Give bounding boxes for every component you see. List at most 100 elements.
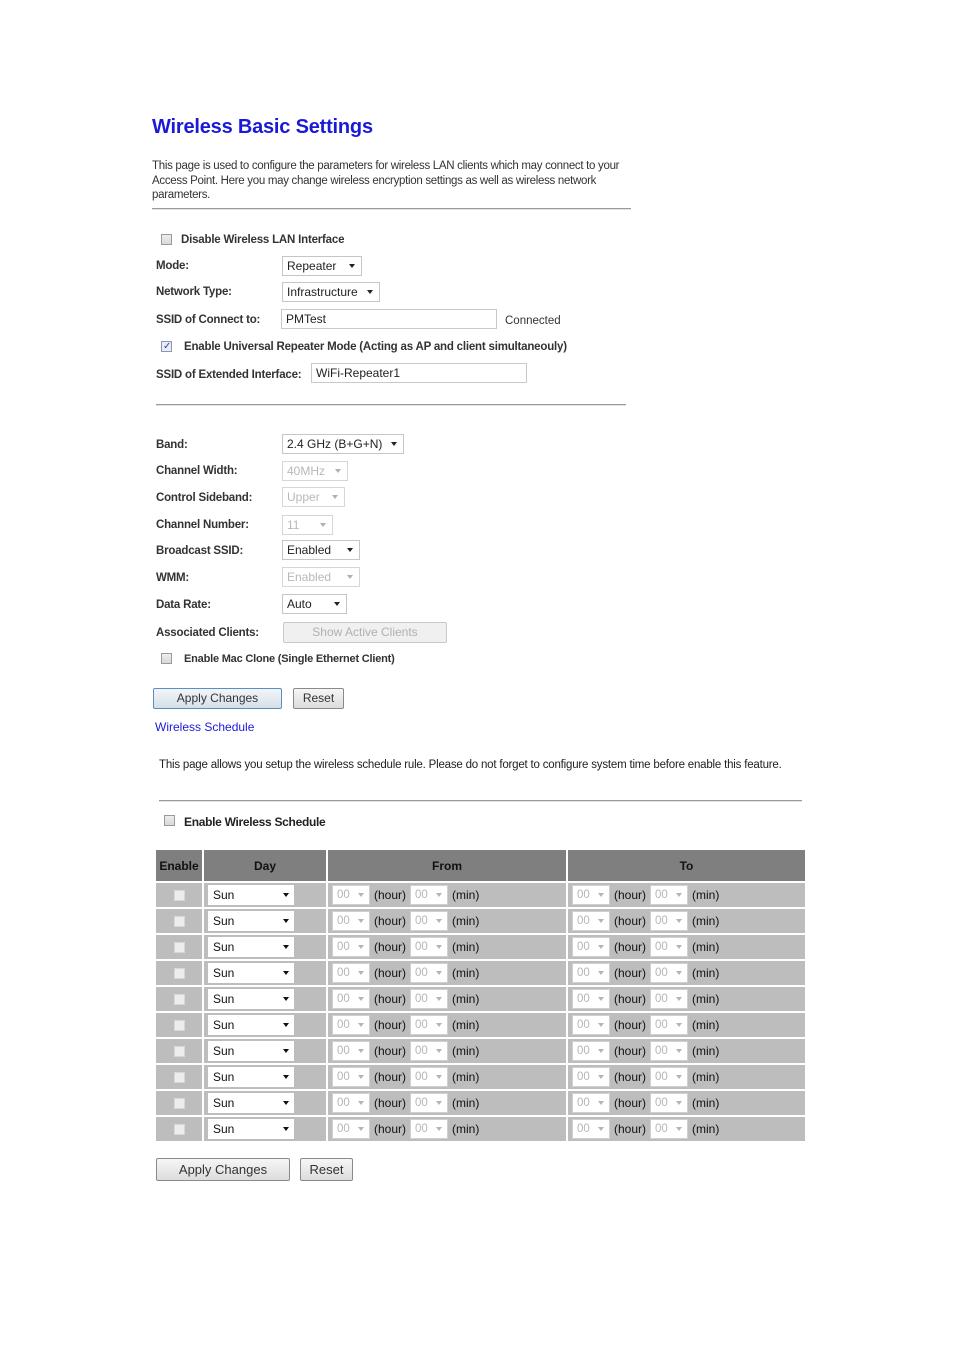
row-enable-checkbox[interactable] bbox=[173, 1045, 185, 1057]
chevron-down-icon bbox=[283, 997, 289, 1001]
disable-wlan-checkbox[interactable] bbox=[161, 234, 172, 245]
day-select[interactable]: Sun bbox=[208, 1093, 294, 1113]
to-hour-select[interactable]: 00 bbox=[572, 885, 610, 905]
schedule-row: Sun 00 (hour) 00 (min) 00 (hour) 00 (min) bbox=[156, 1115, 805, 1141]
to-hour-select[interactable]: 00 bbox=[572, 963, 610, 983]
from-hour-select[interactable]: 00 bbox=[332, 911, 370, 931]
universal-repeater-checkbox[interactable] bbox=[161, 341, 172, 352]
ssid-connect-input[interactable]: PMTest bbox=[281, 309, 497, 329]
chevron-down-icon bbox=[358, 1075, 364, 1079]
mode-value: Repeater bbox=[287, 259, 337, 273]
chevron-down-icon bbox=[598, 919, 604, 923]
to-min-select[interactable]: 00 bbox=[650, 911, 689, 931]
to-min-select-value: 00 bbox=[655, 993, 668, 1005]
from-min-select[interactable]: 00 bbox=[410, 963, 449, 983]
from-min-select[interactable]: 00 bbox=[410, 1067, 449, 1087]
chevron-down-icon bbox=[598, 1049, 604, 1053]
to-min-select[interactable]: 00 bbox=[650, 1067, 689, 1087]
chevron-down-icon bbox=[676, 893, 683, 897]
mac-clone-label: Enable Mac Clone (Single Ethernet Client… bbox=[184, 653, 395, 665]
row-enable-checkbox[interactable] bbox=[173, 941, 185, 953]
from-hour-select[interactable]: 00 bbox=[332, 885, 370, 905]
band-select[interactable]: 2.4 GHz (B+G+N) bbox=[282, 434, 404, 454]
mode-select[interactable]: Repeater bbox=[282, 256, 362, 276]
day-select[interactable]: Sun bbox=[208, 963, 294, 983]
chevron-down-icon bbox=[676, 1023, 683, 1027]
chevron-down-icon bbox=[358, 1023, 364, 1027]
to-min-select[interactable]: 00 bbox=[650, 963, 689, 983]
wmm-select[interactable]: Enabled bbox=[282, 567, 360, 587]
row-enable-checkbox[interactable] bbox=[173, 915, 185, 927]
from-hour-select[interactable]: 00 bbox=[332, 1041, 370, 1061]
row-enable-checkbox[interactable] bbox=[173, 1019, 185, 1031]
to-hour-select[interactable]: 00 bbox=[572, 1093, 610, 1113]
network-type-select[interactable]: Infrastructure bbox=[282, 282, 380, 302]
to-hour-select[interactable]: 00 bbox=[572, 1015, 610, 1035]
row-enable-checkbox[interactable] bbox=[173, 1097, 185, 1109]
from-hour-select-value: 00 bbox=[337, 889, 350, 901]
schedule-reset-button[interactable]: Reset bbox=[300, 1158, 353, 1181]
chevron-down-icon bbox=[283, 1023, 289, 1027]
from-hour-select[interactable]: 00 bbox=[332, 1015, 370, 1035]
row-enable-checkbox[interactable] bbox=[173, 1123, 185, 1135]
to-min-select[interactable]: 00 bbox=[650, 989, 689, 1009]
divider bbox=[159, 800, 802, 802]
from-hour-select-value: 00 bbox=[337, 993, 350, 1005]
from-hour-select[interactable]: 00 bbox=[332, 1119, 370, 1139]
day-select[interactable]: Sun bbox=[208, 1119, 294, 1139]
to-min-select[interactable]: 00 bbox=[650, 1041, 689, 1061]
broadcast-ssid-select[interactable]: Enabled bbox=[282, 540, 360, 560]
day-select[interactable]: Sun bbox=[208, 1067, 294, 1087]
to-min-select[interactable]: 00 bbox=[650, 937, 689, 957]
channel-width-select[interactable]: 40MHz bbox=[282, 461, 348, 481]
reset-button[interactable]: Reset bbox=[293, 688, 344, 709]
to-hour-select[interactable]: 00 bbox=[572, 911, 610, 931]
from-hour-select[interactable]: 00 bbox=[332, 1067, 370, 1087]
control-sideband-select[interactable]: Upper bbox=[282, 487, 345, 507]
day-select[interactable]: Sun bbox=[208, 1041, 294, 1061]
to-hour-select[interactable]: 00 bbox=[572, 1041, 610, 1061]
to-hour-select[interactable]: 00 bbox=[572, 1119, 610, 1139]
from-hour-select[interactable]: 00 bbox=[332, 937, 370, 957]
day-select[interactable]: Sun bbox=[208, 911, 294, 931]
data-rate-select[interactable]: Auto bbox=[282, 594, 347, 614]
page-description: This page is used to configure the param… bbox=[152, 160, 620, 201]
from-hour-select[interactable]: 00 bbox=[332, 989, 370, 1009]
from-min-select[interactable]: 00 bbox=[410, 911, 449, 931]
from-min-select[interactable]: 00 bbox=[410, 1093, 449, 1113]
from-hour-select-value: 00 bbox=[337, 915, 350, 927]
to-min-select[interactable]: 00 bbox=[650, 1093, 689, 1113]
to-min-select[interactable]: 00 bbox=[650, 1119, 689, 1139]
to-min-select-value: 00 bbox=[655, 967, 668, 979]
day-select[interactable]: Sun bbox=[208, 1015, 294, 1035]
channel-number-select[interactable]: 11 bbox=[282, 515, 333, 535]
show-active-clients-button[interactable]: Show Active Clients bbox=[283, 622, 447, 643]
to-hour-select[interactable]: 00 bbox=[572, 1067, 610, 1087]
from-min-select[interactable]: 00 bbox=[410, 1041, 449, 1061]
from-hour-select[interactable]: 00 bbox=[332, 1093, 370, 1113]
from-min-select[interactable]: 00 bbox=[410, 989, 449, 1009]
row-enable-checkbox[interactable] bbox=[173, 993, 185, 1005]
from-min-select[interactable]: 00 bbox=[410, 1119, 449, 1139]
day-select[interactable]: Sun bbox=[208, 989, 294, 1009]
to-hour-select[interactable]: 00 bbox=[572, 989, 610, 1009]
to-hour-select-value: 00 bbox=[577, 1097, 590, 1109]
to-hour-select[interactable]: 00 bbox=[572, 937, 610, 957]
row-enable-checkbox[interactable] bbox=[173, 1071, 185, 1083]
from-min-select[interactable]: 00 bbox=[410, 1015, 449, 1035]
from-hour-select[interactable]: 00 bbox=[332, 963, 370, 983]
day-select[interactable]: Sun bbox=[208, 885, 294, 905]
wireless-schedule-link[interactable]: Wireless Schedule bbox=[155, 720, 254, 734]
schedule-apply-changes-button[interactable]: Apply Changes bbox=[156, 1158, 290, 1181]
to-min-select[interactable]: 00 bbox=[650, 1015, 689, 1035]
row-enable-checkbox[interactable] bbox=[173, 889, 185, 901]
from-min-select[interactable]: 00 bbox=[410, 885, 449, 905]
to-min-select[interactable]: 00 bbox=[650, 885, 689, 905]
apply-changes-button[interactable]: Apply Changes bbox=[153, 688, 282, 709]
from-min-select[interactable]: 00 bbox=[410, 937, 449, 957]
row-enable-checkbox[interactable] bbox=[173, 967, 185, 979]
mac-clone-checkbox[interactable] bbox=[161, 653, 172, 664]
day-select[interactable]: Sun bbox=[208, 937, 294, 957]
ssid-extended-input[interactable]: WiFi-Repeater1 bbox=[311, 363, 527, 383]
enable-schedule-checkbox[interactable] bbox=[164, 815, 175, 826]
